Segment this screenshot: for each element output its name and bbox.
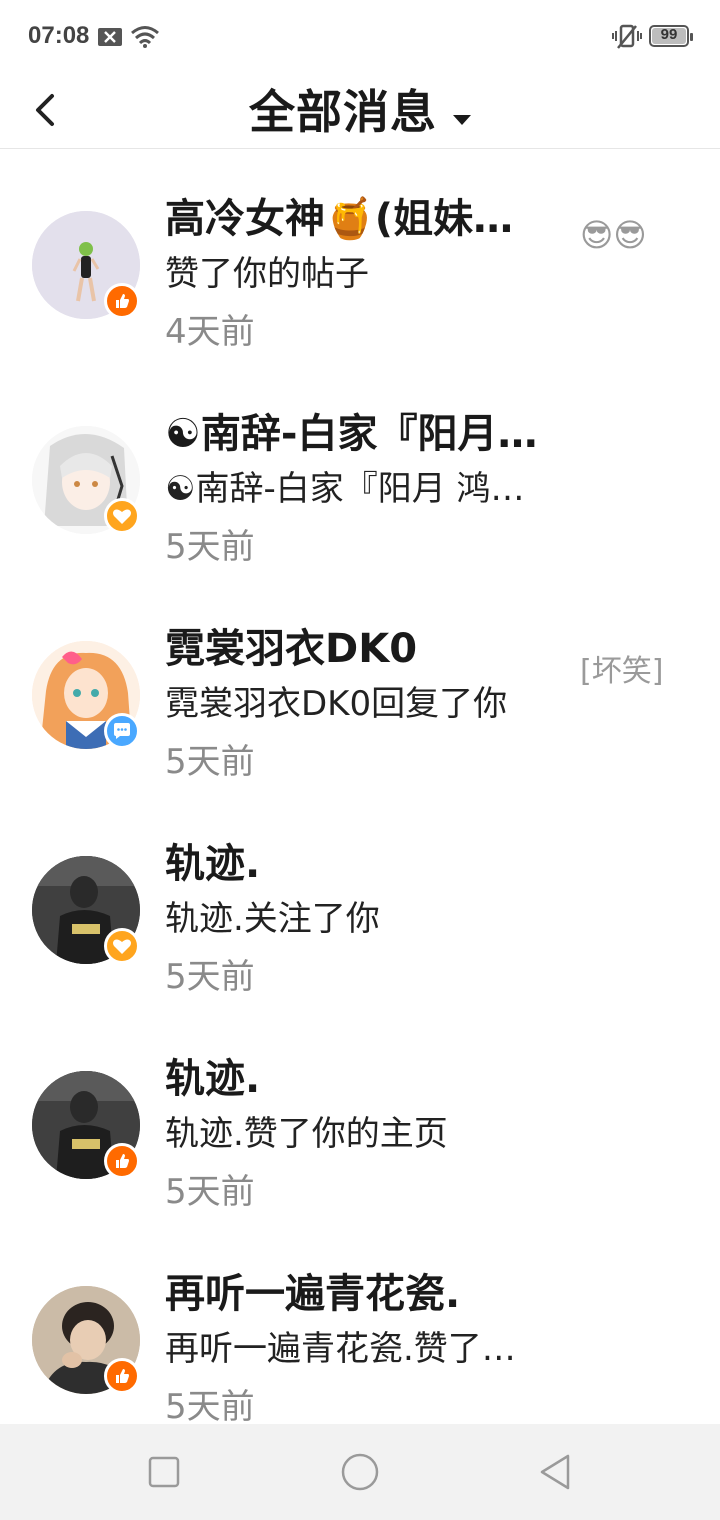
message-text: 再听一遍青花瓷.赞了…: [165, 1329, 516, 1369]
sender-name: 轨迹.: [165, 841, 261, 887]
back-triangle-icon[interactable]: [536, 1452, 576, 1492]
message-item[interactable]: ☯南辞-白家『阳月… ☯南辞-白家『阳月 鸿… 5天前: [0, 365, 720, 580]
message-text: 赞了你的帖子: [165, 254, 369, 294]
sender-name: 轨迹.: [165, 1056, 261, 1102]
message-time: 4天前: [165, 312, 255, 352]
sender-name: 高冷女神🍯(姐妹…: [165, 196, 514, 242]
like-badge-icon: [104, 283, 140, 319]
message-text: 轨迹.赞了你的主页: [165, 1114, 448, 1154]
header-bar: 全部消息: [0, 72, 720, 149]
sender-name: 再听一遍青花瓷.: [165, 1271, 461, 1317]
sender-name: 霓裳羽衣DK0: [165, 626, 418, 672]
vibrate-icon: [612, 24, 642, 49]
like-badge-icon: [104, 1358, 140, 1394]
heart-badge-icon: [104, 498, 140, 534]
message-item[interactable]: 再听一遍青花瓷. 再听一遍青花瓷.赞了… 5天前: [0, 1225, 720, 1440]
battery-icon: 99: [649, 25, 693, 47]
like-badge-icon: [104, 1143, 140, 1179]
wifi-icon: [131, 26, 159, 48]
message-time: 5天前: [165, 527, 255, 567]
message-text: 轨迹.关注了你: [165, 899, 380, 939]
content-preview: 😎😎: [580, 216, 647, 254]
home-circle-icon[interactable]: [340, 1452, 380, 1492]
message-item[interactable]: 霓裳羽衣DK0 霓裳羽衣DK0回复了你 5天前 [坏笑]: [0, 580, 720, 795]
recent-apps-icon[interactable]: [146, 1454, 182, 1490]
notification-x-icon: [98, 28, 122, 46]
message-time: 5天前: [165, 1387, 255, 1427]
battery-level: 99: [660, 26, 678, 43]
message-item[interactable]: 高冷女神🍯(姐妹… 赞了你的帖子 4天前 😎😎: [0, 150, 720, 365]
caret-down-icon: [453, 114, 471, 125]
message-text: 霓裳羽衣DK0回复了你: [165, 684, 508, 724]
message-time: 5天前: [165, 1172, 255, 1212]
page-title: 全部消息: [249, 85, 437, 139]
message-time: 5天前: [165, 742, 255, 782]
system-nav-bar: [0, 1424, 720, 1520]
status-time: 07:08: [28, 22, 90, 49]
message-item[interactable]: 轨迹. 轨迹.关注了你 5天前: [0, 795, 720, 1010]
sender-name: ☯南辞-白家『阳月…: [165, 411, 538, 457]
message-text: ☯南辞-白家『阳月 鸿…: [165, 469, 525, 509]
title-dropdown[interactable]: 全部消息: [0, 76, 720, 142]
status-bar: 07:08 99: [0, 0, 720, 72]
heart-badge-icon: [104, 928, 140, 964]
message-item[interactable]: 轨迹. 轨迹.赞了你的主页 5天前: [0, 1010, 720, 1225]
comment-badge-icon: [104, 713, 140, 749]
content-preview: [坏笑]: [580, 654, 664, 689]
message-time: 5天前: [165, 957, 255, 997]
